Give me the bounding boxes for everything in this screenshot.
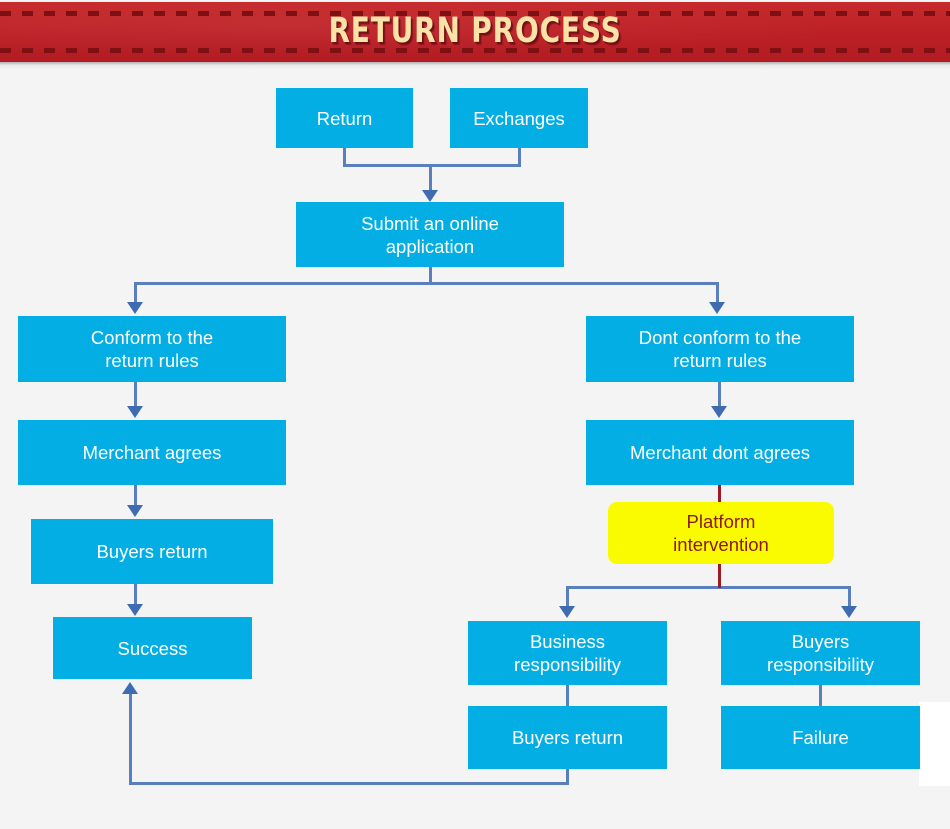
arrow-to-success [127, 604, 143, 616]
arrow-feedback-to-success [122, 682, 138, 694]
edge-merge-to-submit [429, 164, 432, 192]
page-title: RETURN PROCESS [328, 11, 622, 51]
arrow-to-dont-conform [709, 302, 725, 314]
edge-buyersresp-drop [848, 586, 851, 608]
edge-responsibility-split-bar [566, 586, 851, 589]
node-return[interactable]: Return [276, 88, 413, 148]
flowchart-canvas: RETURN PROCESS Return Exchanges Submit a… [0, 0, 950, 829]
background-patch [919, 702, 950, 786]
edge-split-bar [134, 282, 719, 285]
edge-split-left-drop [134, 282, 137, 304]
banner-shadow [0, 62, 950, 69]
arrow-to-merchant-agrees [127, 406, 143, 418]
edge-merge-bar [343, 164, 521, 167]
node-success[interactable]: Success [53, 617, 252, 679]
node-exchanges[interactable]: Exchanges [450, 88, 588, 148]
node-buyers-return-left[interactable]: Buyers return [31, 519, 273, 584]
edge-business-drop [566, 586, 569, 608]
edge-business-to-buyersreturn [566, 685, 569, 708]
arrow-to-business-responsibility [559, 606, 575, 618]
node-dont-conform-to-return-rules[interactable]: Dont conform to the return rules [586, 316, 854, 382]
arrow-to-buyers-return-left [127, 505, 143, 517]
node-merchant-dont-agrees[interactable]: Merchant dont agrees [586, 420, 854, 485]
edge-dontconform-to-merchant [718, 382, 721, 406]
arrow-to-buyers-responsibility [841, 606, 857, 618]
node-buyers-return-right[interactable]: Buyers return [468, 706, 667, 769]
node-conform-to-return-rules[interactable]: Conform to the return rules [18, 316, 286, 382]
edge-buyersresp-to-failure [819, 685, 822, 708]
header-banner: RETURN PROCESS [0, 2, 950, 62]
node-submit-application[interactable]: Submit an online application [296, 202, 564, 267]
edge-merchant-to-buyers [134, 485, 137, 507]
edge-feedback-up [129, 694, 132, 784]
node-failure[interactable]: Failure [721, 706, 920, 769]
node-buyers-responsibility[interactable]: Buyers responsibility [721, 621, 920, 685]
node-merchant-agrees[interactable]: Merchant agrees [18, 420, 286, 485]
edge-conform-to-merchant [134, 382, 137, 406]
node-platform-intervention[interactable]: Platform intervention [608, 502, 834, 564]
edge-feedback-across [129, 782, 569, 785]
arrow-to-merchant-dont-agrees [711, 406, 727, 418]
arrow-to-conform [127, 302, 143, 314]
edge-split-right-drop [716, 282, 719, 304]
arrow-to-submit [422, 190, 438, 202]
node-business-responsibility[interactable]: Business responsibility [468, 621, 667, 685]
